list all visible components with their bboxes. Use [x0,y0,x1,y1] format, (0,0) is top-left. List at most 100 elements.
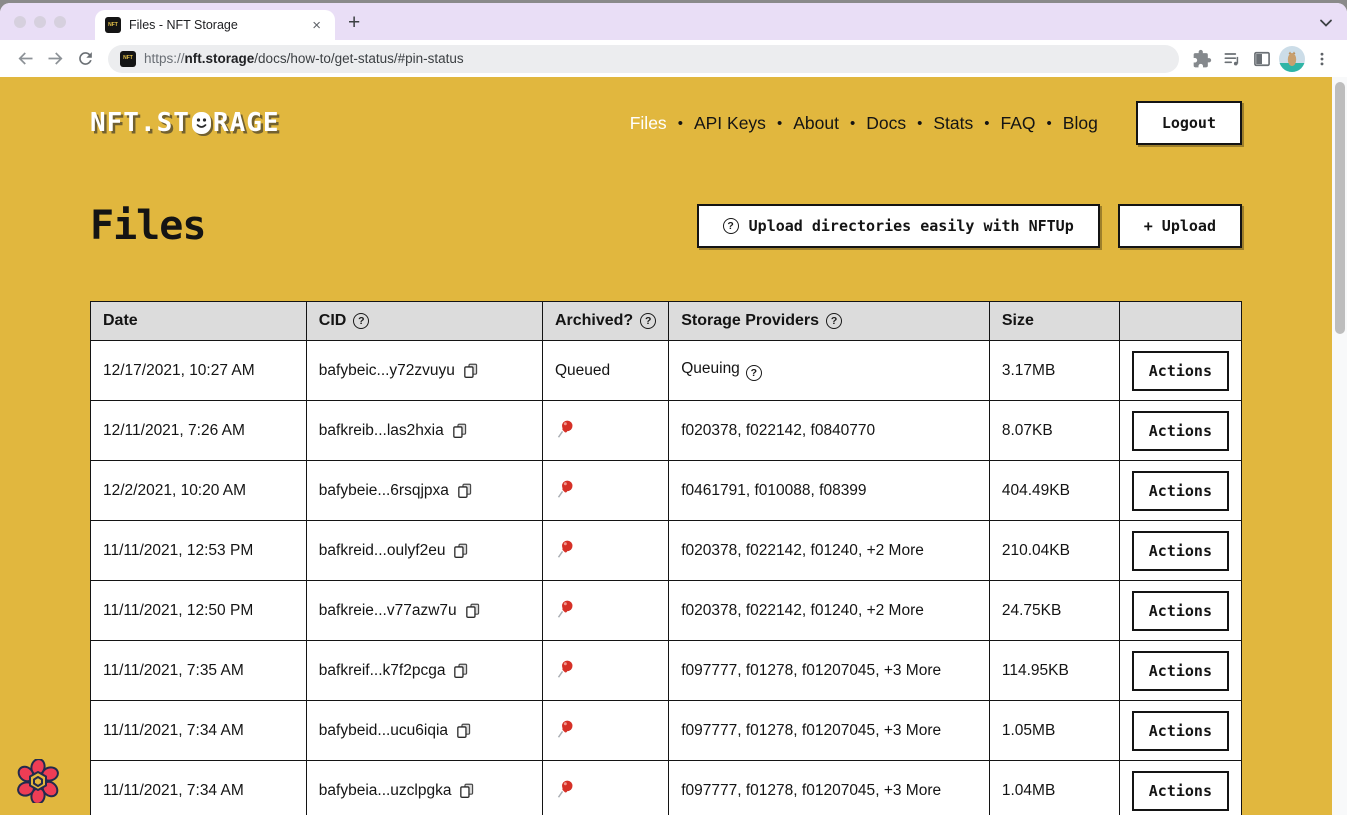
more-providers-link[interactable]: +3 More [884,662,941,679]
nav-item-docs[interactable]: Docs [866,113,906,134]
tab-favicon-icon: NFT [105,17,121,33]
provider-link[interactable]: f022142 [746,422,802,439]
nav-item-stats[interactable]: Stats [933,113,973,134]
browser-menu-icon[interactable] [1307,44,1337,74]
cid-link[interactable]: bafybeic...y72zvuyu [319,362,455,380]
copy-icon[interactable] [452,542,469,559]
copy-icon[interactable] [456,482,473,499]
actions-button[interactable]: Actions [1132,411,1229,451]
actions-button[interactable]: Actions [1132,351,1229,391]
help-icon[interactable]: ? [746,365,762,381]
more-providers-link[interactable]: +2 More [867,542,924,559]
tab-search-chevron-icon[interactable] [1319,15,1333,33]
pushpin-icon [555,478,576,499]
actions-button[interactable]: Actions [1132,651,1229,691]
more-providers-link[interactable]: +3 More [884,782,941,799]
cell-storage-providers: f020378, f022142, f0840770 [669,401,990,461]
logout-button[interactable]: Logout [1136,101,1242,145]
cid-link[interactable]: bafybeid...ucu6iqia [319,722,448,740]
window-minimize-button[interactable] [34,16,46,28]
provider-link[interactable]: f01207045 [802,782,875,799]
provider-link[interactable]: f0461791 [681,482,746,499]
back-icon[interactable] [10,44,40,74]
provider-link[interactable]: f01278 [746,782,793,799]
provider-link[interactable]: f01207045 [802,722,875,739]
new-tab-button[interactable]: + [348,11,360,35]
help-icon[interactable]: ? [640,313,656,329]
nftup-button[interactable]: ? Upload directories easily with NFTUp [697,204,1100,248]
browser-tab[interactable]: NFT Files - NFT Storage × [95,10,335,40]
nav-item-blog[interactable]: Blog [1063,113,1098,134]
help-icon[interactable]: ? [826,313,842,329]
actions-button[interactable]: Actions [1132,531,1229,571]
cell-cid: bafkreie...v77azw7u [306,581,542,641]
cell-storage-providers: Queuing? [669,341,990,401]
nft-storage-logo[interactable]: NFT.STRAGE [90,108,280,138]
provider-link[interactable]: f01278 [746,722,793,739]
cid-link[interactable]: bafkreif...k7f2pcga [319,662,446,680]
provider-link[interactable]: f08399 [819,482,866,499]
nav-item-faq[interactable]: FAQ [1001,113,1036,134]
provider-link[interactable]: f01278 [746,662,793,679]
nav-item-files[interactable]: Files [630,113,667,134]
reading-list-icon[interactable] [1217,44,1247,74]
profile-avatar[interactable] [1277,44,1307,74]
url-bar[interactable]: NFT https://nft.storage/docs/how-to/get-… [108,45,1179,73]
side-panel-icon[interactable] [1247,44,1277,74]
cid-link[interactable]: bafybeie...6rsqjpxa [319,482,449,500]
actions-button[interactable]: Actions [1132,471,1229,511]
cell-actions: Actions [1119,521,1241,581]
provider-link[interactable]: f0840770 [811,422,876,439]
cell-archived: Queued [542,341,668,401]
scrollbar-thumb[interactable] [1335,82,1345,334]
pushpin-icon [555,718,576,739]
provider-link[interactable]: f097777 [681,662,737,679]
provider-link[interactable]: f020378 [681,422,737,439]
provider-link[interactable]: f097777 [681,722,737,739]
cell-storage-providers: f097777, f01278, f01207045, +3 More [669,761,990,815]
nav-item-api-keys[interactable]: API Keys [694,113,766,134]
actions-button[interactable]: Actions [1132,591,1229,631]
forward-icon[interactable] [40,44,70,74]
provider-link[interactable]: f022142 [746,542,802,559]
more-providers-link[interactable]: +3 More [884,722,941,739]
cell-cid: bafkreib...las2hxia [306,401,542,461]
copy-icon[interactable] [452,662,469,679]
cid-link[interactable]: bafkreid...oulyf2eu [319,542,446,560]
help-icon[interactable]: ? [353,313,369,329]
copy-icon[interactable] [455,722,472,739]
window-close-button[interactable] [14,16,26,28]
extensions-icon[interactable] [1187,44,1217,74]
urlbar-favicon-icon: NFT [120,51,136,67]
provider-link[interactable]: f010088 [754,482,810,499]
actions-button[interactable]: Actions [1132,711,1229,751]
cell-archived [542,521,668,581]
provider-link[interactable]: f097777 [681,782,737,799]
upload-button[interactable]: + Upload [1118,204,1242,248]
file-row: 11/11/2021, 12:50 PMbafkreie...v77azw7uf… [91,581,1242,641]
actions-button[interactable]: Actions [1132,771,1229,811]
cell-date: 12/17/2021, 10:27 AM [91,341,307,401]
copy-icon[interactable] [464,602,481,619]
cid-link[interactable]: bafkreib...las2hxia [319,422,444,440]
provider-link[interactable]: f01207045 [802,662,875,679]
window-zoom-button[interactable] [54,16,66,28]
cell-cid: bafybeie...6rsqjpxa [306,461,542,521]
provider-link[interactable]: f01240 [811,602,858,619]
more-providers-link[interactable]: +2 More [867,602,924,619]
cid-link[interactable]: bafybeia...uzclpgka [319,782,452,800]
reload-icon[interactable] [70,44,100,74]
copy-icon[interactable] [462,362,479,379]
column-header-date: Date [91,302,307,341]
provider-link[interactable]: f01240 [811,542,858,559]
tab-close-icon[interactable]: × [308,17,325,34]
copy-icon[interactable] [458,782,475,799]
provider-link[interactable]: f020378 [681,602,737,619]
provider-link[interactable]: f020378 [681,542,737,559]
copy-icon[interactable] [451,422,468,439]
provider-link[interactable]: f022142 [746,602,802,619]
cell-size: 1.04MB [989,761,1119,815]
nav-item-about[interactable]: About [793,113,839,134]
file-row: 11/11/2021, 7:34 AMbafybeia...uzclpgkaf0… [91,761,1242,815]
cid-link[interactable]: bafkreie...v77azw7u [319,602,457,620]
